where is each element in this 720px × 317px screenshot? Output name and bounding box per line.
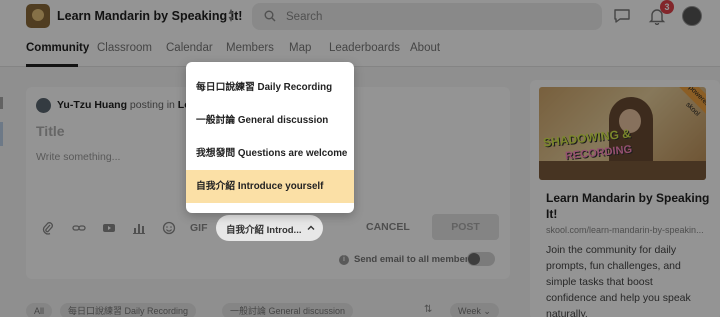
chevron-up-icon <box>307 225 315 230</box>
option-general-discussion[interactable]: 一般討論 General discussion <box>186 104 354 137</box>
category-select-value: 自我介紹 Introd... <box>226 225 302 236</box>
modal-overlay[interactable] <box>0 0 720 317</box>
category-dropdown: 每日口說練習 Daily Recording 一般討論 General disc… <box>186 62 354 213</box>
option-introduce-yourself[interactable]: 自我介紹 Introduce yourself <box>186 170 354 203</box>
category-select[interactable]: 自我介紹 Introd... <box>216 215 323 241</box>
option-daily-recording[interactable]: 每日口說練習 Daily Recording <box>186 71 354 104</box>
option-questions[interactable]: 我想發問 Questions are welcome <box>186 137 354 170</box>
